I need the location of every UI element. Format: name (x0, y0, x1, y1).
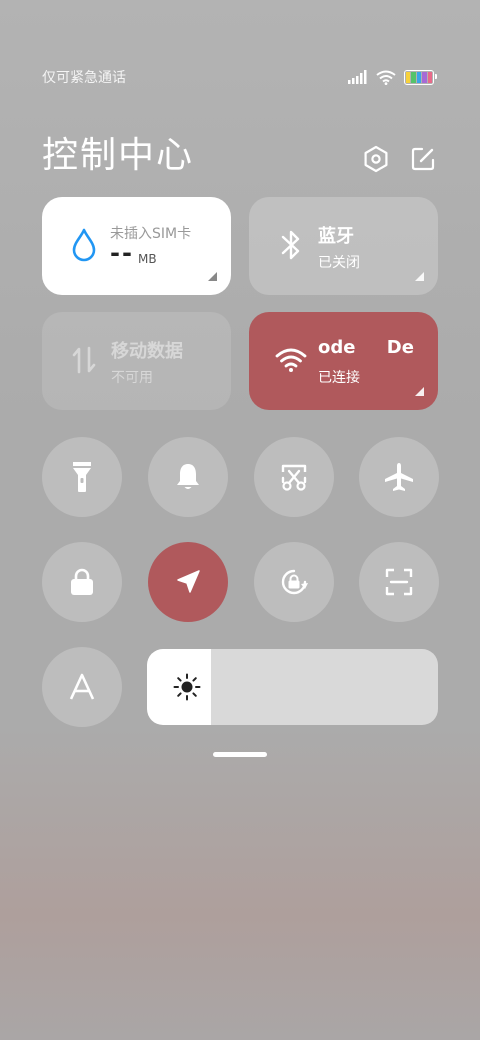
wifi-status-icon (376, 70, 396, 85)
edit-icon[interactable] (408, 144, 438, 174)
wifi-status: 已连接 (318, 370, 360, 386)
airplane-mode-button[interactable] (359, 437, 439, 517)
auto-brightness-button[interactable] (42, 647, 122, 727)
mobile-data-status: 不可用 (111, 370, 153, 386)
signal-icon (348, 70, 367, 84)
home-indicator[interactable] (213, 752, 267, 757)
screenshot-button[interactable] (254, 437, 334, 517)
brightness-slider[interactable] (147, 649, 438, 725)
lock-screen-button[interactable] (42, 542, 122, 622)
ringer-button[interactable] (148, 437, 228, 517)
page-title: 控制中心 (42, 135, 195, 176)
sun-icon (171, 671, 203, 703)
flashlight-button[interactable] (42, 437, 122, 517)
bluetooth-tile[interactable]: 蓝牙 已关闭 (249, 197, 438, 295)
wifi-network-name: ode De (318, 337, 414, 358)
bluetooth-title: 蓝牙 (318, 226, 354, 247)
water-drop-icon (66, 227, 102, 263)
mobile-data-title: 移动数据 (111, 341, 183, 362)
battery-icon (404, 69, 437, 85)
lock-icon (71, 568, 93, 595)
settings-icon[interactable] (361, 144, 391, 174)
expand-corner (415, 272, 424, 281)
carrier-text: 仅可紧急通话 (42, 70, 126, 86)
flashlight-icon (73, 462, 91, 492)
location-icon (177, 570, 200, 593)
data-usage-value: -- (110, 239, 134, 267)
wifi-tile[interactable]: ode De 已连接 (249, 312, 438, 410)
rotation-lock-button[interactable] (254, 542, 334, 622)
scanner-button[interactable] (359, 542, 439, 622)
data-usage-tile[interactable]: 未插入SIM卡 -- MB (42, 197, 231, 295)
screenshot-icon (281, 464, 307, 491)
expand-corner (208, 272, 217, 281)
wifi-icon (273, 342, 309, 378)
airplane-icon (385, 463, 413, 491)
bluetooth-status: 已关闭 (318, 255, 360, 271)
location-button[interactable] (148, 542, 228, 622)
status-icons (348, 69, 437, 85)
status-bar: 仅可紧急通话 (42, 64, 437, 90)
mobile-data-icon (66, 342, 102, 378)
rotation-lock-icon (281, 569, 308, 595)
data-usage-unit: MB (138, 252, 157, 266)
bell-icon (177, 464, 199, 489)
auto-brightness-icon (69, 673, 95, 700)
scan-icon (385, 568, 413, 596)
mobile-data-tile[interactable]: 移动数据 不可用 (42, 312, 231, 410)
bluetooth-icon (273, 227, 309, 263)
expand-corner (415, 387, 424, 396)
